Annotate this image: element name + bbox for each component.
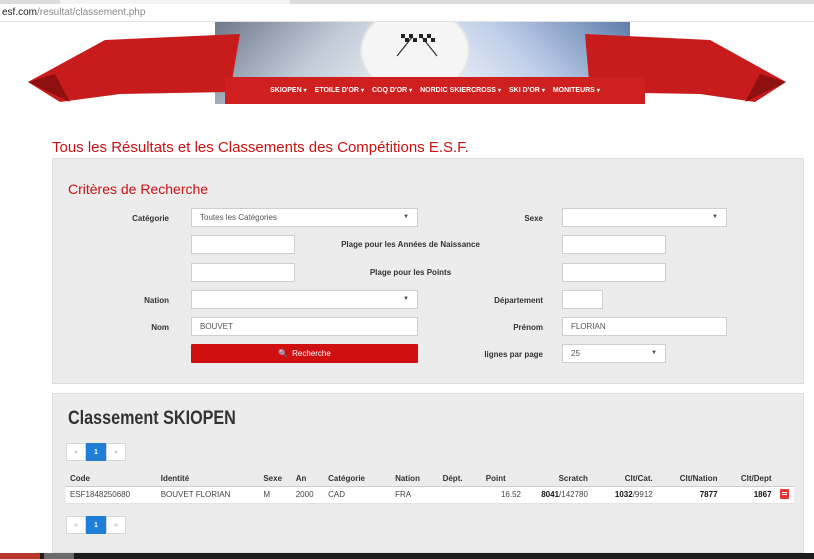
cell-nation: FRA bbox=[391, 486, 439, 504]
chevron-down-icon: ▾ bbox=[541, 88, 545, 94]
col-scratch[interactable]: Scratch bbox=[524, 472, 592, 487]
col-categorie[interactable]: Catégorie bbox=[324, 472, 392, 487]
sexe-label: Sexe bbox=[524, 214, 543, 223]
lignes-par-page-select[interactable]: 25 bbox=[562, 344, 666, 363]
search-button[interactable]: 🔍 Recherche bbox=[191, 344, 418, 363]
nav-item-ski-dor[interactable]: SKI D'OR ▾ bbox=[505, 87, 549, 94]
col-clt-nation[interactable]: Clt/Nation bbox=[656, 472, 722, 487]
os-taskbar bbox=[0, 553, 814, 559]
cell-categorie: CAD bbox=[324, 486, 392, 504]
nom-input[interactable]: BOUVET bbox=[191, 317, 418, 336]
sexe-select[interactable] bbox=[562, 208, 727, 227]
results-title: Classement SKIOPEN bbox=[68, 408, 236, 429]
chevron-down-icon: ▾ bbox=[497, 88, 501, 94]
cell-clt-dept: 1867 bbox=[721, 486, 776, 504]
cell-point: 16.52 bbox=[481, 486, 525, 504]
table-row[interactable]: ESF1848250680 BOUVET FLORIAN M 2000 CAD … bbox=[66, 486, 794, 504]
col-pdf bbox=[775, 472, 794, 487]
chevron-down-icon: ▾ bbox=[596, 88, 600, 94]
browser-tab[interactable] bbox=[60, 0, 290, 4]
search-criteria-panel: Critères de Recherche Catégorie Toutes l… bbox=[52, 158, 804, 384]
cell-an: 2000 bbox=[291, 486, 325, 504]
nav-item-moniteurs[interactable]: MONITEURS ▾ bbox=[549, 87, 604, 94]
cell-identite: BOUVET FLORIAN bbox=[156, 486, 260, 504]
departement-input[interactable] bbox=[562, 290, 603, 309]
results-panel: Classement SKIOPEN « 1 » Code Identité S… bbox=[52, 393, 804, 553]
pagination-top: « 1 » bbox=[66, 443, 126, 461]
pager-next[interactable]: » bbox=[106, 443, 126, 461]
pager-page-1[interactable]: 1 bbox=[86, 516, 106, 534]
nation-label: Nation bbox=[144, 296, 169, 305]
cell-clt-nation: 7877 bbox=[656, 486, 722, 504]
nav-item-coq-dor[interactable]: COQ D'OR ▾ bbox=[368, 87, 416, 94]
nation-select[interactable] bbox=[191, 290, 418, 309]
checkered-flags-icon bbox=[396, 34, 438, 57]
pdf-icon[interactable] bbox=[779, 488, 789, 499]
chevron-down-icon: ▾ bbox=[360, 88, 364, 94]
prenom-label: Prénom bbox=[513, 323, 543, 332]
pagination-bottom: « 1 » bbox=[66, 516, 126, 534]
start-button[interactable] bbox=[0, 553, 40, 559]
points-min-input[interactable] bbox=[191, 263, 295, 282]
cell-sexe: M bbox=[259, 486, 292, 504]
categorie-label: Catégorie bbox=[132, 214, 169, 223]
cell-clt-cat: 1032/9912 bbox=[591, 486, 657, 504]
url-text[interactable]: esf.com/resultat/classement.php bbox=[2, 7, 145, 18]
pager-prev[interactable]: « bbox=[66, 443, 86, 461]
col-identite[interactable]: Identité bbox=[156, 472, 260, 487]
search-criteria-title: Critères de Recherche bbox=[68, 181, 209, 197]
table-header-row: Code Identité Sexe An Catégorie Nation D… bbox=[66, 472, 794, 487]
browser-address-bar[interactable]: esf.com/resultat/classement.php bbox=[0, 0, 814, 22]
site-header-banner: SKIOPEN ▾ ETOILE D'OR ▾ COQ D'OR ▾ NORDIC S… bbox=[0, 22, 814, 117]
page-title: Tous les Résultats et les Classements de… bbox=[52, 139, 469, 156]
cell-scratch: 8041/142780 bbox=[524, 486, 592, 504]
cell-pdf bbox=[775, 486, 794, 504]
lignes-par-page-label: lignes par page bbox=[484, 350, 543, 359]
cell-code: ESF1848250680 bbox=[66, 486, 157, 504]
col-clt-cat[interactable]: Clt/Cat. bbox=[591, 472, 657, 487]
cell-dept bbox=[438, 486, 482, 504]
col-nation[interactable]: Nation bbox=[391, 472, 439, 487]
main-nav: SKIOPEN ▾ ETOILE D'OR ▾ COQ D'OR ▾ NORDIC S… bbox=[225, 77, 645, 104]
tab-strip bbox=[0, 0, 814, 4]
col-point[interactable]: Point bbox=[481, 472, 525, 487]
col-dept[interactable]: Dépt. bbox=[438, 472, 482, 487]
taskbar-app[interactable] bbox=[44, 553, 74, 559]
col-an[interactable]: An bbox=[291, 472, 325, 487]
nav-item-nordic-skiercross[interactable]: NORDIC SKIERCROSS ▾ bbox=[416, 87, 505, 94]
points-max-input[interactable] bbox=[562, 263, 666, 282]
nav-item-etoile-dor[interactable]: ETOILE D'OR ▾ bbox=[311, 87, 368, 94]
nav-item-skiopen[interactable]: SKIOPEN ▾ bbox=[266, 87, 311, 94]
results-table: Code Identité Sexe An Catégorie Nation D… bbox=[66, 472, 794, 504]
pager-next[interactable]: » bbox=[106, 516, 126, 534]
nom-label: Nom bbox=[151, 323, 169, 332]
pager-page-1[interactable]: 1 bbox=[86, 443, 106, 461]
categorie-select[interactable]: Toutes les Catégories bbox=[191, 208, 418, 227]
col-code[interactable]: Code bbox=[66, 472, 157, 487]
prenom-input[interactable]: FLORIAN bbox=[562, 317, 727, 336]
search-icon: 🔍 bbox=[278, 349, 289, 358]
col-sexe[interactable]: Sexe bbox=[259, 472, 292, 487]
chevron-down-icon: ▾ bbox=[409, 88, 413, 94]
points-label: Plage pour les Points bbox=[369, 268, 452, 277]
pager-prev[interactable]: « bbox=[66, 516, 86, 534]
annee-min-input[interactable] bbox=[191, 235, 295, 254]
departement-label: Département bbox=[494, 296, 543, 305]
annees-naissance-label: Plage pour les Années de Naissance bbox=[341, 240, 480, 249]
annee-max-input[interactable] bbox=[562, 235, 666, 254]
chevron-down-icon: ▾ bbox=[303, 88, 307, 94]
col-clt-dept[interactable]: Clt/Dept bbox=[721, 472, 776, 487]
